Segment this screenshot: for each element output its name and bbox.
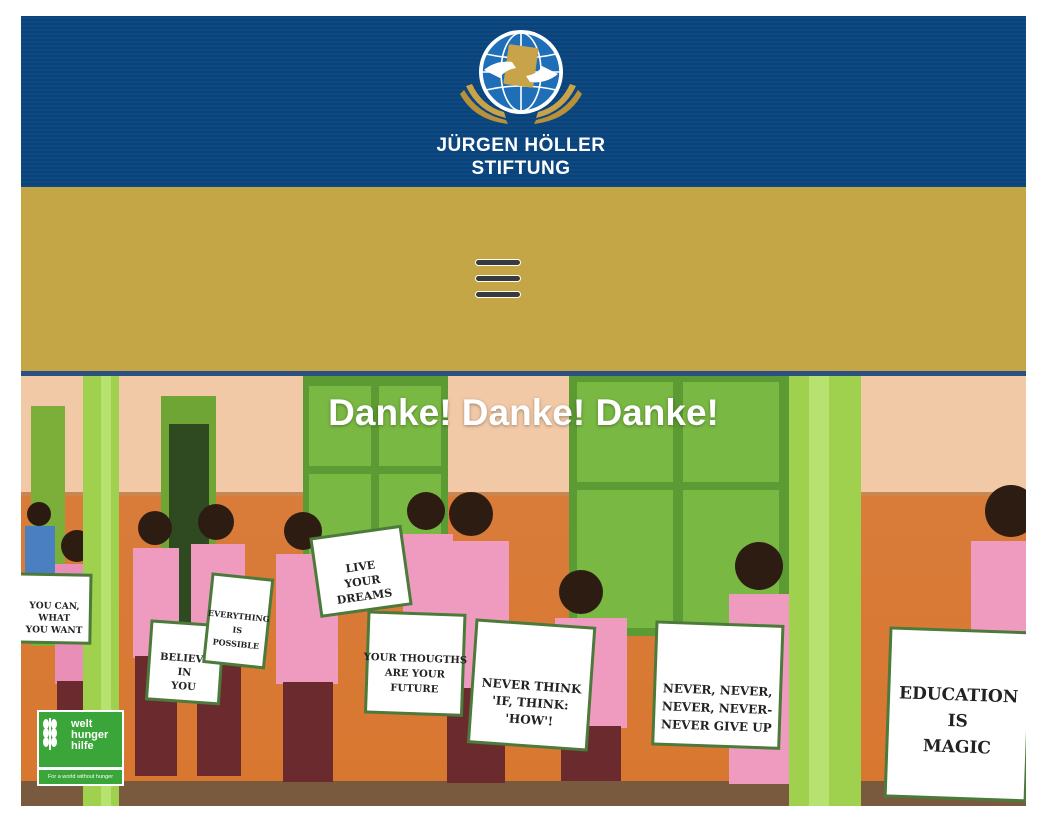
menu-bar [475,291,521,298]
logo-line-2: STIFTUNG [471,158,571,179]
site-header: JÜRGEN HÖLLER STIFTUNG [21,16,1026,187]
logo-line-1: JÜRGEN HÖLLER [436,135,606,156]
sign-text: ARE YOUR [384,668,446,681]
sign-text: YOU CAN, [28,601,79,612]
menu-bar [475,275,521,282]
badge-name-line-3: hilfe [71,740,94,752]
sign-text: FUTURE [390,683,439,696]
sign-text: IS [947,711,968,732]
sign-text: YOU WANT [25,625,83,636]
menu-bar [475,259,521,266]
sign-text: EDUCATION [899,683,1019,707]
hero-title: Danke! Danke! Danke! [328,392,719,433]
badge-name: welt hunger hilfe [71,719,108,752]
logo-text: JÜRGEN HÖLLER STIFTUNG [426,134,616,180]
sign-text: MAGIC [923,736,992,758]
sign-text: WHAT [37,613,70,624]
globe-hands-book-icon [460,30,582,124]
page-frame: JÜRGEN HÖLLER STIFTUNG YOU CAN, WHAT YOU… [21,16,1026,806]
badge-top: welt hunger hilfe [39,712,122,767]
sign-text: IN [177,667,192,679]
hamburger-menu-icon[interactable] [473,257,525,303]
sign-text: YOU [170,680,197,693]
hero-image: YOU CAN, WHAT YOU WANT BELIEVE IN YOU EV… [21,376,1026,806]
sign-text: IS [232,624,243,635]
wheat-icon [43,718,57,750]
hero-photo: YOU CAN, WHAT YOU WANT BELIEVE IN YOU EV… [21,376,1026,806]
welthungerhilfe-badge: welt hunger hilfe For a world without hu… [37,710,124,786]
nav-bar [21,187,1026,371]
site-logo[interactable]: JÜRGEN HÖLLER STIFTUNG [426,24,616,184]
badge-tagline: For a world without hunger [39,770,122,784]
